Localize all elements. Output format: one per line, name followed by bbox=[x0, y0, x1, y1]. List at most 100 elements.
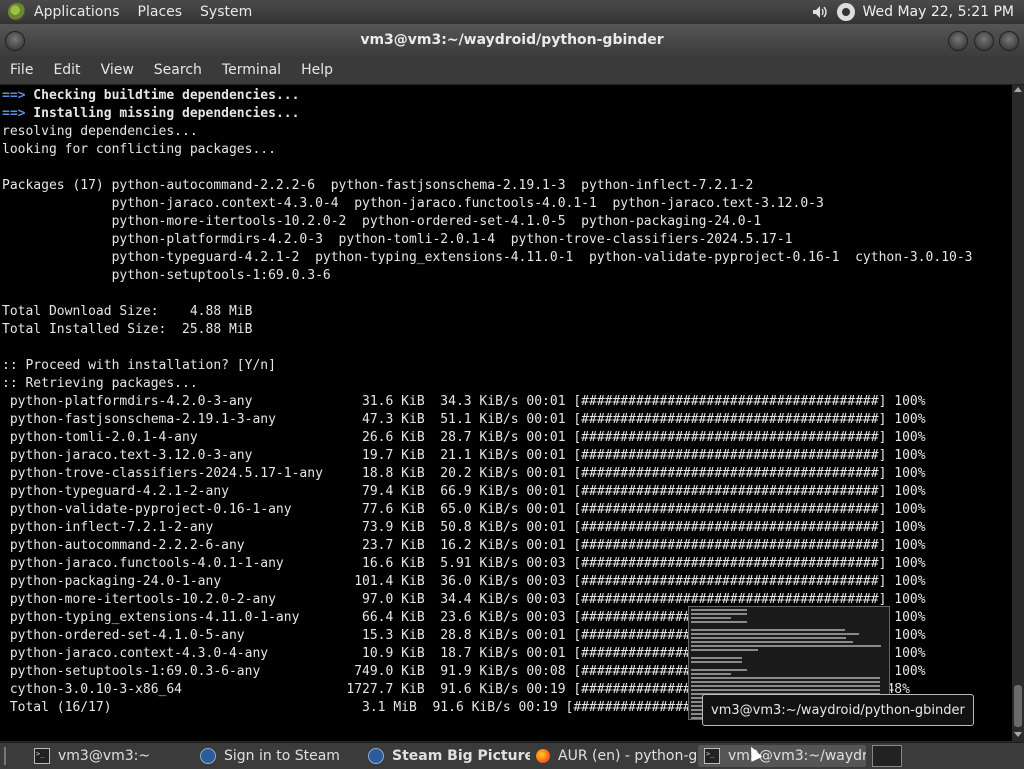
menu-view[interactable]: View bbox=[91, 62, 144, 78]
terminal-line-text: python-jaraco.text-3.12.0-3-any 19.7 KiB… bbox=[2, 448, 926, 463]
taskbar-item-terminal-home[interactable]: vm3@vm3:~ bbox=[28, 745, 194, 767]
preview-line bbox=[691, 673, 731, 675]
firefox-icon bbox=[536, 749, 550, 763]
maximize-button[interactable] bbox=[974, 31, 994, 51]
terminal-line: Total Download Size: 4.88 MiB bbox=[2, 303, 973, 321]
menu-file[interactable]: File bbox=[0, 62, 43, 78]
terminal-line-text: python-autocommand-2.2.2-6-any 23.7 KiB … bbox=[2, 538, 926, 553]
steam-icon bbox=[368, 748, 384, 764]
window-title: vm3@vm3:~/waydroid/python-gbinder bbox=[360, 32, 664, 48]
preview-line bbox=[691, 613, 747, 615]
terminal-line-text: python-platformdirs-4.2.0-3-any 31.6 KiB… bbox=[2, 394, 926, 409]
terminal-line: python-fastjsonschema-2.19.1-3-any 47.3 … bbox=[2, 411, 973, 429]
terminal-line-text: python-more-itertools-10.2.0-2-any 97.0 … bbox=[2, 592, 926, 607]
distro-logo-icon[interactable] bbox=[8, 3, 26, 21]
menu-terminal[interactable]: Terminal bbox=[212, 62, 291, 78]
terminal-line: looking for conflicting packages... bbox=[2, 141, 973, 159]
prompt-arrow: ==> bbox=[2, 106, 26, 121]
taskbar-item-steam-big-picture[interactable]: Steam Big Picture ... bbox=[362, 745, 530, 767]
minimize-button[interactable] bbox=[948, 31, 968, 51]
preview-line bbox=[691, 633, 859, 635]
terminal-line: python-setuptools-1:69.0.3-6 bbox=[2, 267, 973, 285]
terminal-line-text: python-jaraco.context-4.3.0-4 python-jar… bbox=[2, 196, 824, 211]
terminal-line-text: :: Proceed with installation? [Y/n] bbox=[2, 358, 276, 373]
taskbar-item-label: vm3@vm3:~ bbox=[58, 748, 151, 764]
steam-icon bbox=[200, 748, 216, 764]
terminal-line: python-inflect-7.2.1-2-any 73.9 KiB 50.8… bbox=[2, 519, 973, 537]
terminal-line: python-more-itertools-10.2.0-2 python-or… bbox=[2, 213, 973, 231]
menu-edit[interactable]: Edit bbox=[43, 62, 90, 78]
terminal-line-text: python-typeguard-4.2.1-2-any 79.4 KiB 66… bbox=[2, 484, 926, 499]
terminal-scrollbar[interactable] bbox=[1012, 85, 1024, 741]
prompt-arrow: ==> bbox=[2, 88, 26, 103]
terminal-line-text: python-platformdirs-4.2.0-3 python-tomli… bbox=[2, 232, 793, 247]
preview-line bbox=[691, 629, 845, 631]
terminal-line: python-autocommand-2.2.2-6-any 23.7 KiB … bbox=[2, 537, 973, 555]
terminal-line-text: python-tomli-2.0.1-4-any 26.6 KiB 28.7 K… bbox=[2, 430, 926, 445]
terminal-line: :: Proceed with installation? [Y/n] bbox=[2, 357, 973, 375]
preview-line bbox=[691, 617, 731, 619]
show-desktop-button[interactable] bbox=[4, 747, 22, 765]
terminal-line: ==> Installing missing dependencies... bbox=[2, 105, 973, 123]
terminal-line-text: python-jaraco.functools-4.0.1-1-any 16.6… bbox=[2, 556, 926, 571]
volume-icon[interactable] bbox=[811, 3, 829, 21]
terminal-line: python-tomli-2.0.1-4-any 26.6 KiB 28.7 K… bbox=[2, 429, 973, 447]
scroll-up-arrow-icon[interactable] bbox=[1014, 87, 1022, 92]
taskbar-item-terminal-waydroid[interactable]: vm3@vm3:~/waydr... bbox=[698, 745, 866, 767]
menu-search[interactable]: Search bbox=[144, 62, 212, 78]
terminal-line: :: Retrieving packages... bbox=[2, 375, 973, 393]
terminal-line-text: python-packaging-24.0-1-any 101.4 KiB 36… bbox=[2, 574, 926, 589]
applications-menu[interactable]: Applications bbox=[34, 4, 120, 20]
terminal-line-text: python-trove-classifiers-2024.5.17-1-any… bbox=[2, 466, 926, 481]
places-menu[interactable]: Places bbox=[138, 4, 183, 20]
preview-line bbox=[691, 649, 758, 651]
taskbar-item-firefox-aur[interactable]: AUR (en) - python-g... bbox=[530, 745, 698, 767]
window-titlebar[interactable]: vm3@vm3:~/waydroid/python-gbinder bbox=[0, 24, 1024, 56]
terminal-line-text: python-fastjsonschema-2.19.1-3-any 47.3 … bbox=[2, 412, 926, 427]
terminal-line: python-jaraco.functools-4.0.1-1-any 16.6… bbox=[2, 555, 973, 573]
terminal-icon bbox=[34, 748, 50, 764]
terminal-line: python-typeguard-4.2.1-2-any 79.4 KiB 66… bbox=[2, 483, 973, 501]
clock[interactable]: Wed May 22, 5:21 PM bbox=[863, 4, 1015, 20]
preview-line bbox=[691, 637, 846, 639]
terminal-line: python-platformdirs-4.2.0-3 python-tomli… bbox=[2, 231, 973, 249]
system-menu[interactable]: System bbox=[200, 4, 252, 20]
terminal-line-text: Total Download Size: 4.88 MiB bbox=[2, 304, 253, 319]
taskbar-item-steam-signin[interactable]: Sign in to Steam bbox=[194, 745, 362, 767]
terminal-line: Total Installed Size: 25.88 MiB bbox=[2, 321, 973, 339]
terminal-line-text: resolving dependencies... bbox=[2, 124, 198, 139]
terminal-line-text: python-typeguard-4.2.1-2 python-typing_e… bbox=[2, 250, 973, 265]
terminal-line: Packages (17) python-autocommand-2.2.2-6… bbox=[2, 177, 973, 195]
steam-tray-icon[interactable] bbox=[836, 3, 855, 21]
top-panel: Applications Places System Wed May 22, 5… bbox=[0, 0, 1024, 25]
terminal-line: python-platformdirs-4.2.0-3-any 31.6 KiB… bbox=[2, 393, 973, 411]
close-button[interactable] bbox=[999, 31, 1019, 51]
preview-line bbox=[691, 645, 881, 647]
terminal-line-text: looking for conflicting packages... bbox=[2, 142, 276, 157]
terminal-line-text: Checking buildtime dependencies... bbox=[25, 88, 300, 103]
terminal-line: python-validate-pyproject-0.16-1-any 77.… bbox=[2, 501, 973, 519]
workspace-switcher[interactable] bbox=[872, 745, 902, 767]
preview-line bbox=[691, 657, 742, 659]
window-menu-button[interactable] bbox=[5, 31, 25, 51]
terminal-line: python-jaraco.text-3.12.0-3-any 19.7 KiB… bbox=[2, 447, 973, 465]
preview-line bbox=[691, 677, 880, 679]
terminal-line-text: Installing missing dependencies... bbox=[25, 106, 300, 121]
terminal-line-text: :: Retrieving packages... bbox=[2, 376, 198, 391]
scroll-down-arrow-icon[interactable] bbox=[1014, 732, 1022, 737]
terminal-line: python-trove-classifiers-2024.5.17-1-any… bbox=[2, 465, 973, 483]
preview-line bbox=[691, 685, 880, 687]
scroll-thumb[interactable] bbox=[1014, 685, 1022, 727]
menu-help[interactable]: Help bbox=[291, 62, 343, 78]
panel-tray: Wed May 22, 5:21 PM bbox=[811, 0, 1015, 24]
preview-line bbox=[691, 681, 880, 683]
taskbar-item-label: Sign in to Steam bbox=[224, 748, 340, 764]
terminal-line: ==> Checking buildtime dependencies... bbox=[2, 87, 973, 105]
terminal-line: resolving dependencies... bbox=[2, 123, 973, 141]
taskbar: vm3@vm3:~ Sign in to Steam Steam Big Pic… bbox=[0, 742, 1024, 769]
menubar: File Edit View Search Terminal Help bbox=[0, 56, 1024, 85]
terminal-line-text: python-validate-pyproject-0.16-1-any 77.… bbox=[2, 502, 926, 517]
